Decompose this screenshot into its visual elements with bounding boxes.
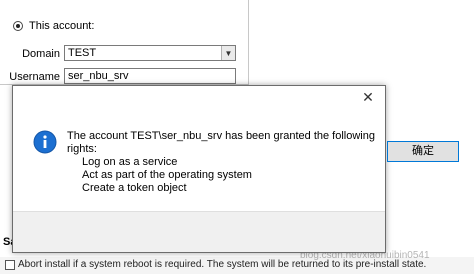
chevron-down-icon[interactable]: ▼: [221, 46, 235, 60]
message-line: The account TEST\ser_nbu_srv has been gr…: [67, 130, 375, 142]
right-item: Create a token object: [82, 182, 187, 194]
domain-dropdown[interactable]: TEST ▼: [64, 45, 236, 61]
this-account-option[interactable]: This account:: [13, 20, 94, 32]
info-icon: [33, 130, 57, 154]
this-account-label: This account:: [29, 20, 95, 32]
right-item: Log on as a service: [82, 156, 178, 168]
username-label: Username: [9, 71, 60, 83]
dialog-footer: [13, 211, 385, 252]
right-item: Act as part of the operating system: [82, 169, 252, 181]
message-dialog: ✕ The account TEST\ser_nbu_srv has been …: [12, 85, 386, 253]
username-field[interactable]: ser_nbu_srv: [64, 68, 236, 84]
ok-button[interactable]: 确定: [387, 141, 459, 162]
frame-divider: [248, 0, 249, 84]
close-icon[interactable]: ✕: [361, 90, 375, 104]
abort-install-checkbox[interactable]: [5, 260, 15, 270]
domain-label: Domain: [22, 48, 60, 60]
message-line: rights:: [67, 143, 97, 155]
this-account-radio[interactable]: [13, 21, 23, 31]
dialog-message: The account TEST\ser_nbu_srv has been gr…: [67, 130, 375, 195]
domain-value: TEST: [68, 47, 97, 59]
